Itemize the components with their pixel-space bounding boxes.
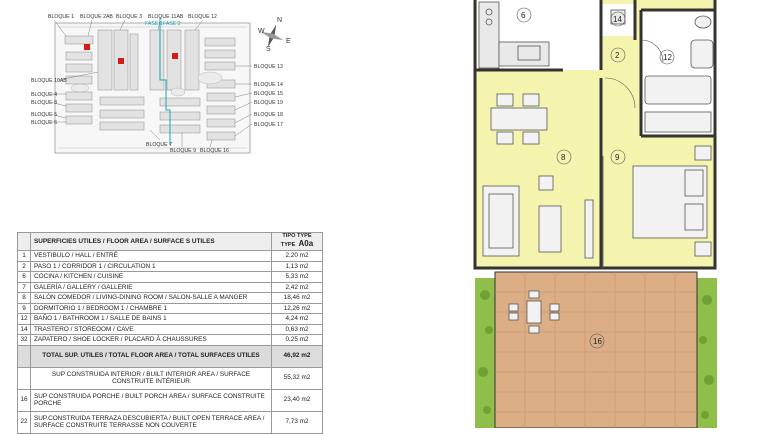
table-row: 2 PASO 1 / CORRIDOR 1 / CIRCULATION 1 1,13…: [17, 260, 323, 272]
room-number: 12: [663, 53, 672, 62]
table-row: 8 SALÓN COMEDOR / LIVING-DINING ROOM / SA…: [17, 292, 323, 304]
row-label: TRASTERO / STOREOOM / CAVE: [30, 323, 272, 335]
type-code: A0a: [298, 239, 314, 248]
site-plan: BLOQUE 1 BLOQUE 2AB BLOQUE 3 BLOQUE 11AB…: [31, 14, 291, 154]
compass-east: E: [286, 38, 291, 45]
highlighted-unit: [84, 44, 90, 50]
row-value: 12,26 m2: [271, 302, 323, 314]
table-header-row: SUPERFICIES UTILES / FLOOR AREA / SURFAC…: [17, 232, 323, 251]
total-row: TOTAL SUP. UTILES / TOTAL FLOOR AREA / T…: [17, 344, 323, 368]
floor-plan: 6 14 2 12 8 9 16: [473, 0, 717, 428]
compass-south: S: [266, 46, 271, 53]
block-label: BLOQUE 13: [254, 64, 283, 70]
block-label: BLOQUE 17: [254, 122, 283, 128]
block-label: BLOQUE 10AB: [31, 78, 67, 84]
block-label: BLOQUE 12: [188, 14, 217, 20]
built-interior-row: SUP CONSTRUIDA INTERIOR / BUILT INTERIOR…: [17, 366, 323, 390]
terrace-row: 22 SUP.CONSTRUIDA TERRAZA DESCUBIERTA / …: [17, 410, 323, 434]
block-label: BLOQUE 3: [116, 14, 142, 20]
table-col-label: SUPERFICIES UTILES / FLOOR AREA / SURFAC…: [30, 232, 272, 251]
row-label: VESTIBULO / HALL / ENTRÉ: [30, 250, 272, 262]
row-label: GALERÍA / GALLERY / GALLERIE: [30, 281, 272, 293]
phase-label: FASE 2: [163, 21, 181, 27]
highlighted-unit: [172, 53, 178, 59]
row-value: 18,46 m2: [271, 292, 323, 304]
row-value: 2,42 m2: [271, 281, 323, 293]
porch-row: 16 SUP CONSTRUIDA PORCHE / BUILT PORCH A…: [17, 388, 323, 412]
terrace: [494, 271, 698, 428]
row-label: BAÑO 1 / BATHROOM 1 / SALLE DE BAINS 1: [30, 313, 272, 325]
table-row: 14 TRASTERO / STOREOOM / CAVE 0,63 m2: [17, 323, 323, 335]
row-number: 32: [17, 334, 31, 346]
row-value: 4,24 m2: [271, 313, 323, 325]
block-label: BLOQUE 4: [31, 92, 57, 98]
row-number: 14: [17, 323, 31, 335]
block-label: BLOQUE 19: [254, 100, 283, 106]
block-label: BLOQUE 14: [254, 82, 283, 88]
block-label: BLOQUE 7: [146, 142, 172, 148]
room-number: 9: [615, 153, 620, 162]
block-label: BLOQUE 6: [31, 120, 57, 126]
block-label: BLOQUE 16: [200, 148, 229, 154]
table-row: 1 VESTIBULO / HALL / ENTRÉ 2,20 m2: [17, 250, 323, 262]
block-label: BLOQUE 5: [31, 112, 57, 118]
phase-label: FASE 1: [145, 21, 163, 27]
row-label: ZAPATERO / SHOE LOCKER / PLACARD À CHAUS…: [30, 334, 272, 346]
block-label: BLOQUE 1: [48, 14, 74, 20]
type-header: TIPO TYPE TYPE A0a: [271, 232, 323, 251]
table-row: 32 ZAPATERO / SHOE LOCKER / PLACARD À CHA…: [17, 334, 323, 346]
room-number: 2: [615, 51, 620, 60]
row-value: 5,33 m2: [271, 271, 323, 283]
block-label: BLOQUE 18: [254, 112, 283, 118]
block-label: BLOQUE 15: [254, 91, 283, 97]
row-label: COCINA / KITCHEN / CUISINE: [30, 271, 272, 283]
row-number: 8: [17, 292, 31, 304]
block-label: BLOQUE 2AB: [80, 14, 113, 20]
table-row: 7 GALERÍA / GALLERY / GALLERIE 2,42 m2: [17, 281, 323, 293]
table-row: 6 COCINA / KITCHEN / CUISINE 5,33 m2: [17, 271, 323, 283]
row-value: 0,63 m2: [271, 323, 323, 335]
table-row: 9 DORMITORIO 1 / BEDROOM 1 / CHAMBRE 1 12,…: [17, 302, 323, 314]
row-number: 1: [17, 250, 31, 262]
room-number: 8: [561, 153, 566, 162]
compass-north: N: [277, 17, 282, 24]
table-row: 12 BAÑO 1 / BATHROOM 1 / SALLE DE BAINS 1…: [17, 313, 323, 325]
row-value: 1,13 m2: [271, 260, 323, 272]
row-number: 2: [17, 260, 31, 272]
room-number: 16: [593, 337, 602, 346]
block-label: BLOQUE 9: [170, 148, 196, 154]
row-number: 9: [17, 302, 31, 314]
room-number: 6: [521, 11, 526, 20]
planting-left: [475, 278, 495, 428]
row-label: PASO 1 / CORRIDOR 1 / CIRCULATION 1: [30, 260, 272, 272]
highlighted-unit: [118, 58, 124, 64]
room-number: 14: [613, 15, 622, 24]
compass-rose-icon: [260, 24, 284, 48]
block-label: BLOQUE 8: [31, 100, 57, 106]
row-number: 7: [17, 281, 31, 293]
row-number: 12: [17, 313, 31, 325]
row-value: 2,20 m2: [271, 250, 323, 262]
compass-west: W: [258, 28, 265, 35]
row-value: 0,25 m2: [271, 334, 323, 346]
row-number: 6: [17, 271, 31, 283]
area-table: SUPERFICIES UTILES / FLOOR AREA / SURFAC…: [17, 232, 323, 434]
row-label: SALÓN COMEDOR / LIVING-DINING ROOM / SAL…: [30, 292, 272, 304]
block-label: BLOQUE 11AB: [148, 14, 184, 20]
row-label: DORMITORIO 1 / BEDROOM 1 / CHAMBRE 1: [30, 302, 272, 314]
